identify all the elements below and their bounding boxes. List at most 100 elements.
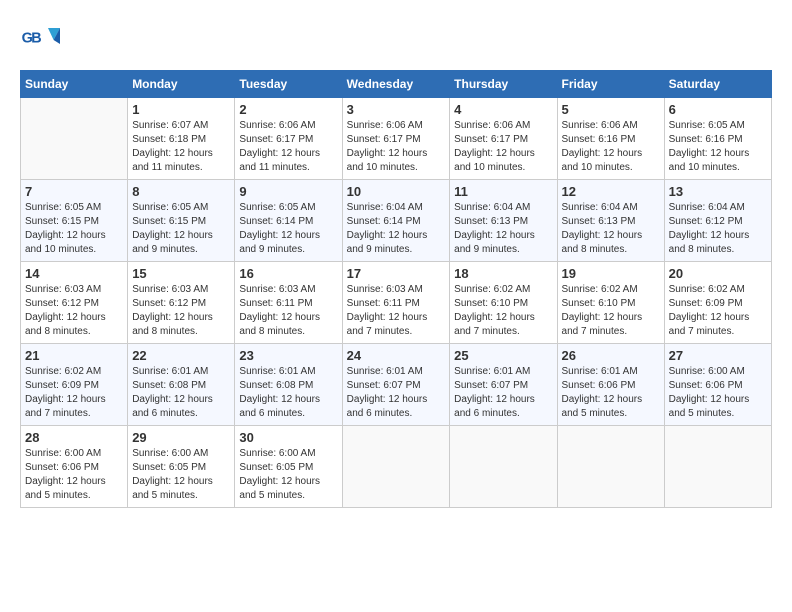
day-number: 21 [25,348,123,363]
day-number: 28 [25,430,123,445]
calendar-cell: 9Sunrise: 6:05 AMSunset: 6:14 PMDaylight… [235,180,342,262]
day-number: 17 [347,266,446,281]
page-header: G B [20,20,772,60]
day-info: Sunrise: 6:01 AMSunset: 6:07 PMDaylight:… [454,365,552,421]
day-info: Sunrise: 6:06 AMSunset: 6:17 PMDaylight:… [347,119,446,175]
col-header-friday: Friday [557,71,664,98]
day-info: Sunrise: 6:03 AMSunset: 6:12 PMDaylight:… [132,283,230,339]
calendar-cell: 12Sunrise: 6:04 AMSunset: 6:13 PMDayligh… [557,180,664,262]
calendar-table: SundayMondayTuesdayWednesdayThursdayFrid… [20,70,772,508]
calendar-cell: 24 Sunrise: 6:01 AMSunset: 6:07 PMDayligh… [342,344,450,426]
day-number: 2 [239,102,337,117]
day-info: Sunrise: 6:01 AMSunset: 6:08 PMDaylight:… [239,365,337,421]
day-number: 10 [347,184,446,199]
day-number: 26 [562,348,660,363]
calendar-cell: 21 Sunrise: 6:02 AMSunset: 6:09 PMDayligh… [21,344,128,426]
day-info: Sunrise: 6:03 AMSunset: 6:11 PMDaylight:… [347,283,446,339]
day-number: 8 [132,184,230,199]
calendar-week-row: 14 Sunrise: 6:03 AMSunset: 6:12 PMDayligh… [21,262,772,344]
calendar-cell: 7 Sunrise: 6:05 AMSunset: 6:15 PMDaylight… [21,180,128,262]
day-info: Sunrise: 6:05 AMSunset: 6:15 PMDaylight:… [25,201,123,257]
calendar-cell: 14 Sunrise: 6:03 AMSunset: 6:12 PMDayligh… [21,262,128,344]
calendar-cell: 26 Sunrise: 6:01 AMSunset: 6:06 PMDayligh… [557,344,664,426]
day-number: 30 [239,430,337,445]
calendar-cell: 27 Sunrise: 6:00 AMSunset: 6:06 PMDayligh… [664,344,771,426]
day-info: Sunrise: 6:01 AMSunset: 6:08 PMDaylight:… [132,365,230,421]
calendar-cell: 8 Sunrise: 6:05 AMSunset: 6:15 PMDaylight… [128,180,235,262]
day-number: 15 [132,266,230,281]
day-number: 6 [669,102,767,117]
day-info: Sunrise: 6:05 AMSunset: 6:16 PMDaylight:… [669,119,767,175]
calendar-cell [21,98,128,180]
calendar-cell: 4Sunrise: 6:06 AMSunset: 6:17 PMDaylight… [450,98,557,180]
calendar-cell: 30 Sunrise: 6:00 AMSunset: 6:05 PMDayligh… [235,426,342,508]
day-info: Sunrise: 6:00 AMSunset: 6:06 PMDaylight:… [25,447,123,503]
day-number: 22 [132,348,230,363]
calendar-cell: 6 Sunrise: 6:05 AMSunset: 6:16 PMDaylight… [664,98,771,180]
day-number: 7 [25,184,123,199]
calendar-week-row: 21 Sunrise: 6:02 AMSunset: 6:09 PMDayligh… [21,344,772,426]
calendar-cell: 2 Sunrise: 6:06 AMSunset: 6:17 PMDaylight… [235,98,342,180]
calendar-cell: 13 Sunrise: 6:04 AMSunset: 6:12 PMDayligh… [664,180,771,262]
day-number: 11 [454,184,552,199]
day-info: Sunrise: 6:03 AMSunset: 6:11 PMDaylight:… [239,283,337,339]
calendar-cell: 23 Sunrise: 6:01 AMSunset: 6:08 PMDayligh… [235,344,342,426]
day-number: 29 [132,430,230,445]
day-number: 24 [347,348,446,363]
day-info: Sunrise: 6:05 AMSunset: 6:15 PMDaylight:… [132,201,230,257]
day-number: 13 [669,184,767,199]
col-header-wednesday: Wednesday [342,71,450,98]
calendar-week-row: 7 Sunrise: 6:05 AMSunset: 6:15 PMDaylight… [21,180,772,262]
day-number: 25 [454,348,552,363]
col-header-thursday: Thursday [450,71,557,98]
day-number: 19 [562,266,660,281]
calendar-cell: 28 Sunrise: 6:00 AMSunset: 6:06 PMDayligh… [21,426,128,508]
day-info: Sunrise: 6:00 AMSunset: 6:05 PMDaylight:… [132,447,230,503]
day-info: Sunrise: 6:02 AMSunset: 6:10 PMDaylight:… [562,283,660,339]
day-number: 18 [454,266,552,281]
calendar-header-row: SundayMondayTuesdayWednesdayThursdayFrid… [21,71,772,98]
day-info: Sunrise: 6:06 AMSunset: 6:16 PMDaylight:… [562,119,660,175]
day-number: 1 [132,102,230,117]
calendar-cell: 17 Sunrise: 6:03 AMSunset: 6:11 PMDayligh… [342,262,450,344]
calendar-cell: 25 Sunrise: 6:01 AMSunset: 6:07 PMDayligh… [450,344,557,426]
day-info: Sunrise: 6:01 AMSunset: 6:07 PMDaylight:… [347,365,446,421]
day-info: Sunrise: 6:02 AMSunset: 6:10 PMDaylight:… [454,283,552,339]
day-info: Sunrise: 6:02 AMSunset: 6:09 PMDaylight:… [25,365,123,421]
calendar-cell: 3 Sunrise: 6:06 AMSunset: 6:17 PMDaylight… [342,98,450,180]
day-info: Sunrise: 6:01 AMSunset: 6:06 PMDaylight:… [562,365,660,421]
day-number: 27 [669,348,767,363]
calendar-cell: 16 Sunrise: 6:03 AMSunset: 6:11 PMDayligh… [235,262,342,344]
calendar-cell: 22 Sunrise: 6:01 AMSunset: 6:08 PMDayligh… [128,344,235,426]
calendar-cell: 1Sunrise: 6:07 AMSunset: 6:18 PMDaylight… [128,98,235,180]
svg-text:B: B [31,30,41,46]
calendar-cell [557,426,664,508]
col-header-sunday: Sunday [21,71,128,98]
logo: G B [20,20,64,60]
col-header-saturday: Saturday [664,71,771,98]
day-info: Sunrise: 6:06 AMSunset: 6:17 PMDaylight:… [239,119,337,175]
col-header-monday: Monday [128,71,235,98]
day-info: Sunrise: 6:04 AMSunset: 6:12 PMDaylight:… [669,201,767,257]
day-number: 16 [239,266,337,281]
day-number: 20 [669,266,767,281]
calendar-cell: 10 Sunrise: 6:04 AMSunset: 6:14 PMDayligh… [342,180,450,262]
day-number: 3 [347,102,446,117]
calendar-cell: 5 Sunrise: 6:06 AMSunset: 6:16 PMDaylight… [557,98,664,180]
day-number: 23 [239,348,337,363]
day-info: Sunrise: 6:04 AMSunset: 6:13 PMDaylight:… [562,201,660,257]
calendar-cell: 18 Sunrise: 6:02 AMSunset: 6:10 PMDayligh… [450,262,557,344]
col-header-tuesday: Tuesday [235,71,342,98]
day-info: Sunrise: 6:00 AMSunset: 6:05 PMDaylight:… [239,447,337,503]
day-number: 5 [562,102,660,117]
day-number: 14 [25,266,123,281]
day-info: Sunrise: 6:04 AMSunset: 6:14 PMDaylight:… [347,201,446,257]
day-info: Sunrise: 6:00 AMSunset: 6:06 PMDaylight:… [669,365,767,421]
calendar-cell: 20Sunrise: 6:02 AMSunset: 6:09 PMDayligh… [664,262,771,344]
day-info: Sunrise: 6:04 AMSunset: 6:13 PMDaylight:… [454,201,552,257]
calendar-week-row: 28 Sunrise: 6:00 AMSunset: 6:06 PMDayligh… [21,426,772,508]
day-info: Sunrise: 6:03 AMSunset: 6:12 PMDaylight:… [25,283,123,339]
day-info: Sunrise: 6:05 AMSunset: 6:14 PMDaylight:… [239,201,337,257]
day-info: Sunrise: 6:06 AMSunset: 6:17 PMDaylight:… [454,119,552,175]
calendar-cell [664,426,771,508]
